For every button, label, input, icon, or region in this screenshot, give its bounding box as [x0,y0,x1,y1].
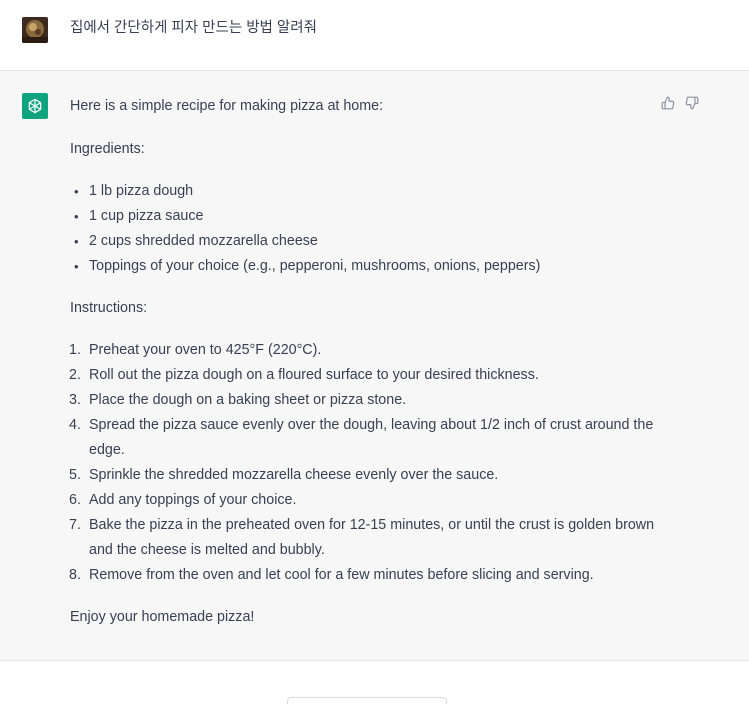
instructions-list: 1. Preheat your oven to 425°F (220°C). 2… [69,338,670,588]
ingredients-list: • 1 lb pizza dough • 1 cup pizza sauce •… [70,179,670,279]
list-item: 2. Roll out the pizza dough on a floured… [69,367,539,383]
thumbs-down-icon[interactable] [684,95,700,111]
chat-page: 집에서 간단하게 피자 만드는 방법 알려줘 Here is a simple [0,0,749,704]
list-item: • 1 cup pizza sauce [74,208,204,224]
user-avatar [22,17,48,43]
list-item: • Toppings of your choice (e.g., peppero… [74,258,541,274]
user-message-row: 집에서 간단하게 피자 만드는 방법 알려줘 [0,0,749,71]
list-item: 8. Remove from the oven and let cool for… [69,567,594,583]
ingredients-heading: Ingredients: [70,141,145,157]
user-message-text: 집에서 간단하게 피자 만드는 방법 알려줘 [70,20,317,36]
closing-text: Enjoy your homemade pizza! [70,609,255,625]
list-item: 6. Add any toppings of your choice. [69,492,297,508]
list-item: 4. Spread the pizza sauce evenly over th… [69,417,654,458]
openai-logo-icon [22,93,48,119]
assistant-answer: Here is a simple recipe for making pizza… [69,94,670,630]
intro-text: Here is a simple recipe for making pizza… [70,98,384,114]
regenerate-button[interactable] [287,697,447,704]
list-item: 1. Preheat your oven to 425°F (220°C). [69,342,322,358]
list-item: 5. Sprinkle the shredded mozzarella chee… [69,467,499,483]
list-item: 3. Place the dough on a baking sheet or … [69,392,407,408]
assistant-message-row: Here is a simple recipe for making pizza… [0,71,749,661]
instructions-heading: Instructions: [70,300,148,316]
list-item: • 1 lb pizza dough [74,183,194,199]
list-item: • 2 cups shredded mozzarella cheese [74,233,318,249]
list-item: 7. Bake the pizza in the preheated oven … [69,517,655,558]
